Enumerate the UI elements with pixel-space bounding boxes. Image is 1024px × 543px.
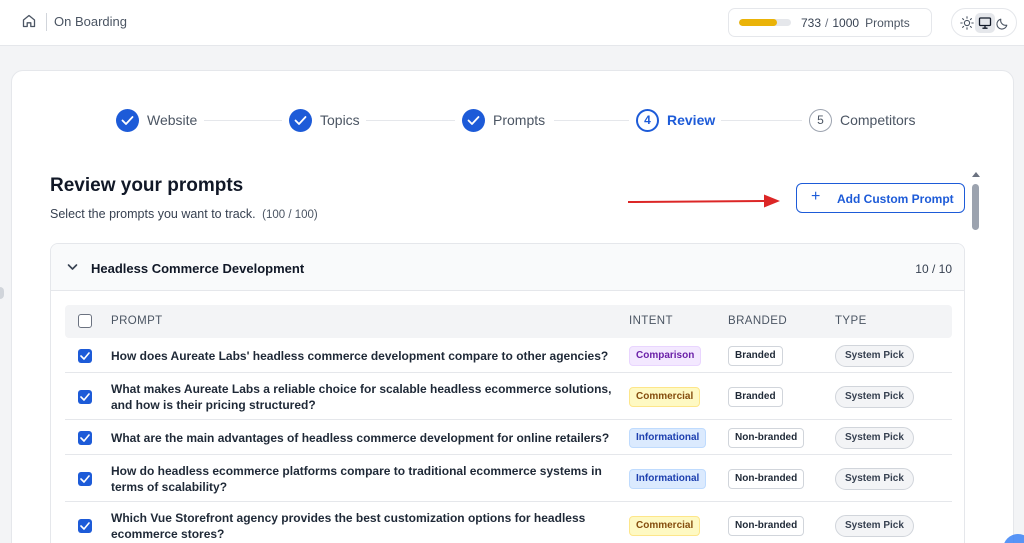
home-icon[interactable] — [21, 13, 37, 29]
section-title: Headless Commerce Development — [91, 261, 305, 276]
intent-badge: Commercial — [629, 515, 701, 536]
branded-badge: Branded — [728, 386, 783, 407]
quota-separator: / — [825, 16, 829, 30]
quota-progress-fill — [739, 19, 778, 26]
prompt-text: What makes Aureate Labs a reliable choic… — [111, 381, 612, 412]
check-icon — [294, 116, 307, 125]
breadcrumb-separator — [46, 13, 47, 31]
quota-text: 733/1000 Prompts — [801, 16, 910, 30]
step-label: Review — [667, 112, 716, 128]
check-icon — [121, 116, 134, 125]
type-badge: System Pick — [835, 385, 914, 408]
annotation-arrow-icon — [628, 194, 780, 208]
table-row[interactable]: How does Aureate Labs' headless commerce… — [65, 338, 952, 373]
intent-badge: Comparison — [629, 345, 702, 366]
scrollbar-thumb[interactable] — [972, 184, 979, 230]
add-custom-prompt-button[interactable]: + Add Custom Prompt — [796, 183, 965, 213]
row-checkbox[interactable] — [78, 471, 92, 486]
select-all-checkbox[interactable] — [78, 314, 92, 328]
prompt-text: Which Vue Storefront agency provides the… — [111, 510, 586, 541]
check-icon — [80, 474, 90, 483]
type-badge: System Pick — [835, 344, 914, 367]
intent-badge: Commercial — [629, 386, 701, 407]
prompt-text: What are the main advantages of headless… — [111, 430, 610, 445]
theme-switcher — [951, 8, 1017, 37]
sun-icon — [960, 16, 974, 30]
theme-system-button[interactable] — [975, 13, 995, 33]
stepper-connector — [721, 120, 802, 121]
monitor-icon — [978, 17, 992, 29]
theme-light-button[interactable] — [957, 13, 977, 33]
step-label: Website — [147, 112, 198, 128]
row-checkbox[interactable] — [78, 348, 92, 363]
prompt-text: How does Aureate Labs' headless commerce… — [111, 348, 609, 363]
step-label: Prompts — [493, 112, 546, 128]
section-count: 10 / 10 — [915, 262, 952, 276]
step-label: Topics — [320, 112, 360, 128]
step-complete-circle — [116, 109, 139, 132]
check-icon — [80, 351, 90, 360]
step-number: 5 — [809, 109, 832, 132]
scroll-up-arrow-icon[interactable] — [972, 172, 980, 177]
prompt-quota: 733/1000 Prompts — [728, 8, 932, 37]
moon-icon — [996, 18, 1008, 30]
page-title: Review your prompts — [50, 175, 244, 196]
branded-badge: Non-branded — [728, 468, 805, 489]
prompt-text: How do headless ecommerce platforms comp… — [111, 463, 602, 494]
row-checkbox[interactable] — [78, 389, 92, 404]
breadcrumb[interactable]: On Boarding — [54, 14, 127, 29]
type-badge: System Pick — [835, 426, 914, 449]
step-complete-circle — [289, 109, 312, 132]
stepper-connector — [554, 120, 629, 121]
stepper-connector — [204, 120, 282, 121]
intent-badge: Informational — [629, 468, 707, 489]
check-icon — [80, 521, 90, 530]
quota-unit: Prompts — [865, 16, 910, 30]
branded-badge: Branded — [728, 345, 783, 366]
row-checkbox[interactable] — [78, 518, 92, 533]
branded-badge: Non-branded — [728, 515, 805, 536]
check-icon — [80, 433, 90, 442]
side-panel-handle[interactable] — [0, 287, 4, 299]
quota-progress-track — [739, 19, 791, 26]
step-label: Competitors — [840, 112, 916, 128]
section-header[interactable]: Headless Commerce Development 10 / 10 — [51, 244, 964, 291]
add-custom-prompt-label: Add Custom Prompt — [837, 192, 954, 206]
top-bar: On Boarding 733/1000 Prompts — [0, 0, 1024, 46]
quota-total: 1000 — [832, 16, 860, 30]
type-badge: System Pick — [835, 514, 914, 537]
scrollbar[interactable] — [971, 172, 981, 242]
check-icon — [80, 392, 90, 401]
intent-badge: Informational — [629, 427, 707, 448]
column-header-prompt: PROMPT — [111, 315, 163, 327]
selected-count: (100 / 100) — [262, 209, 318, 221]
table-row[interactable]: What makes Aureate Labs a reliable choic… — [65, 373, 952, 420]
step-complete-circle — [462, 109, 485, 132]
page-subtitle: Select the prompts you want to track. (1… — [50, 207, 318, 221]
column-header-type: TYPE — [835, 315, 867, 327]
column-header-intent: INTENT — [629, 315, 673, 327]
table-header: PROMPT INTENT BRANDED TYPE — [65, 305, 952, 338]
type-badge: System Pick — [835, 467, 914, 490]
stepper-connector — [366, 120, 455, 121]
theme-dark-button[interactable] — [993, 13, 1013, 33]
column-header-branded: BRANDED — [728, 315, 788, 327]
table-row[interactable]: Which Vue Storefront agency provides the… — [65, 502, 952, 543]
check-icon — [467, 116, 480, 125]
topic-section: Headless Commerce Development 10 / 10 PR… — [50, 243, 965, 543]
plus-icon: + — [811, 188, 821, 205]
table-row[interactable]: What are the main advantages of headless… — [65, 420, 952, 455]
branded-badge: Non-branded — [728, 427, 805, 448]
row-checkbox[interactable] — [78, 430, 92, 445]
step-number: 4 — [636, 109, 659, 132]
quota-used: 733 — [801, 16, 822, 30]
table-row[interactable]: How do headless ecommerce platforms comp… — [65, 455, 952, 502]
subtitle-text: Select the prompts you want to track. — [50, 207, 256, 221]
chevron-down-icon[interactable] — [67, 263, 78, 271]
